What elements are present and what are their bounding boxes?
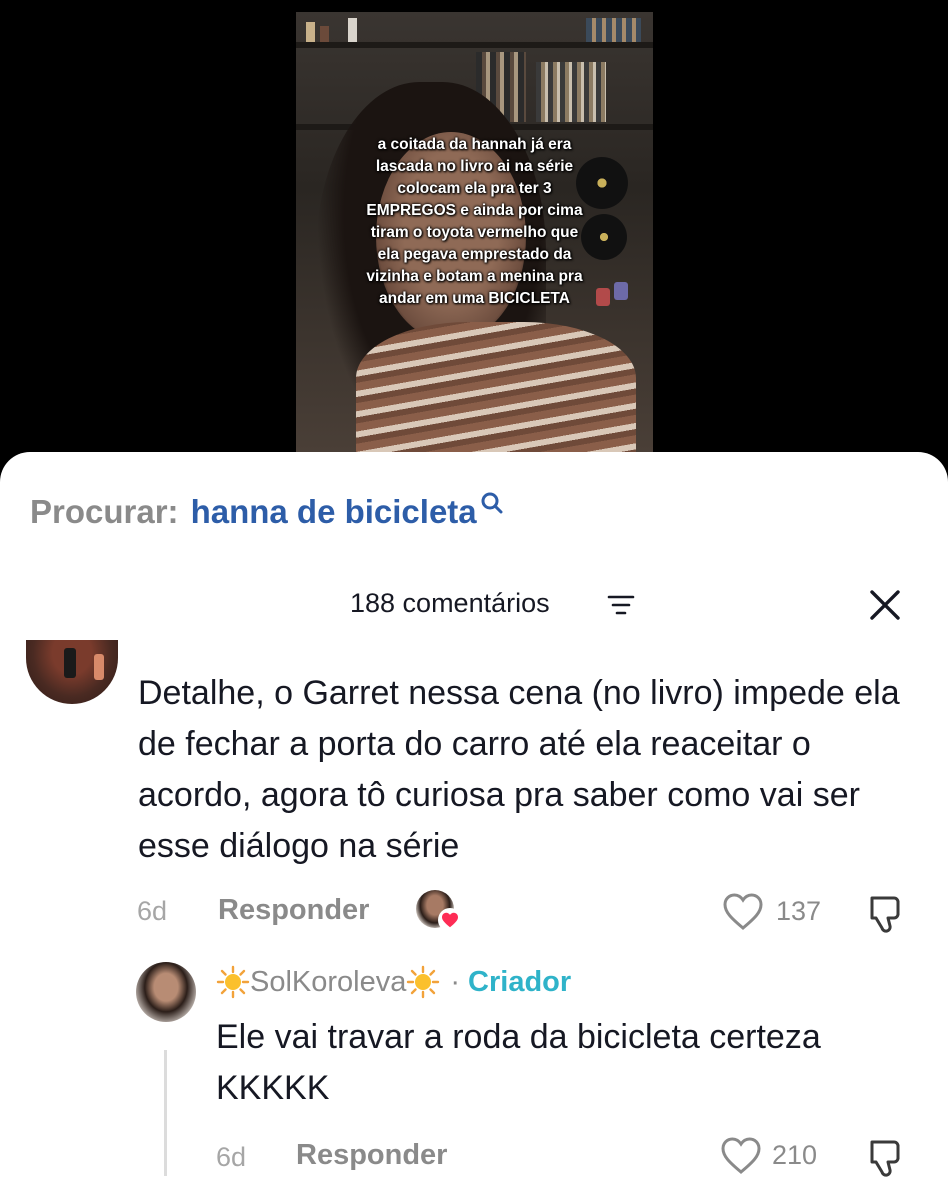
caption-line: a coitada da hannah já era — [377, 136, 572, 153]
reply-timestamp: 6d — [216, 1142, 247, 1172]
heart-icon — [442, 912, 458, 928]
reply-author-row: SolKoroleva · Criador — [216, 962, 571, 1002]
dislike-icon[interactable] — [866, 1136, 908, 1178]
reply-author-name[interactable]: SolKoroleva — [250, 966, 406, 999]
like-count: 137 — [776, 896, 822, 926]
caption-line: EMPREGOS e ainda por cima — [366, 202, 583, 219]
avatar-figure — [64, 648, 76, 678]
sun-emoji-icon — [406, 965, 440, 999]
comments-header: 188 comentários — [0, 582, 948, 630]
caption-line: colocam ela pra ter 3 — [397, 180, 552, 197]
book-decoration — [348, 18, 357, 42]
separator-dot: · — [450, 965, 461, 998]
bookshelf-decoration — [296, 42, 653, 48]
comment-text: Detalhe, o Garret nessa cena (no livro) … — [138, 674, 900, 865]
reply-button[interactable]: Responder — [218, 894, 369, 927]
video-player[interactable]: a coitada da hannah já era lascada no li… — [296, 12, 653, 452]
reply-text: Ele vai travar a roda da bicicleta certe… — [216, 1018, 821, 1107]
reply-thread-line — [164, 1050, 167, 1176]
search-icon[interactable] — [479, 489, 505, 519]
caption-line: lascada no livro ai na série — [375, 158, 574, 175]
heart-badge — [438, 908, 462, 932]
filter-icon[interactable] — [606, 592, 636, 618]
book-decoration — [586, 18, 641, 42]
search-prefix-label: Procurar: — [30, 493, 179, 530]
comments-count: 188 comentários — [350, 588, 550, 618]
caption-line: vizinha e botam a menina pra — [366, 268, 583, 285]
like-heart-icon[interactable] — [720, 1136, 762, 1176]
book-decoration — [306, 22, 315, 42]
search-term-link[interactable]: hanna de bicicleta — [191, 493, 477, 531]
reply-avatar[interactable] — [136, 962, 196, 1022]
like-heart-icon[interactable] — [722, 892, 764, 932]
sun-emoji-icon — [216, 965, 250, 999]
book-decoration — [536, 62, 606, 122]
comment-timestamp: 6d — [137, 896, 168, 926]
caption-line: tiram o toyota vermelho que — [370, 224, 579, 241]
close-icon[interactable] — [864, 584, 906, 626]
person-shirt — [356, 322, 636, 452]
video-caption: a coitada da hannah já era lascada no li… — [326, 134, 623, 310]
caption-line: ela pegava emprestado da — [377, 246, 572, 263]
reply-button[interactable]: Responder — [296, 1139, 447, 1172]
dislike-icon[interactable] — [866, 892, 908, 934]
like-count: 210 — [772, 1140, 818, 1170]
search-suggestion[interactable]: Procurar: hanna de bicicleta — [30, 490, 505, 534]
creator-badge: Criador — [468, 965, 572, 998]
avatar-figure — [94, 654, 104, 680]
caption-line: andar em uma BICICLETA — [379, 290, 570, 307]
creator-liked-indicator — [416, 890, 462, 934]
book-decoration — [320, 26, 329, 42]
